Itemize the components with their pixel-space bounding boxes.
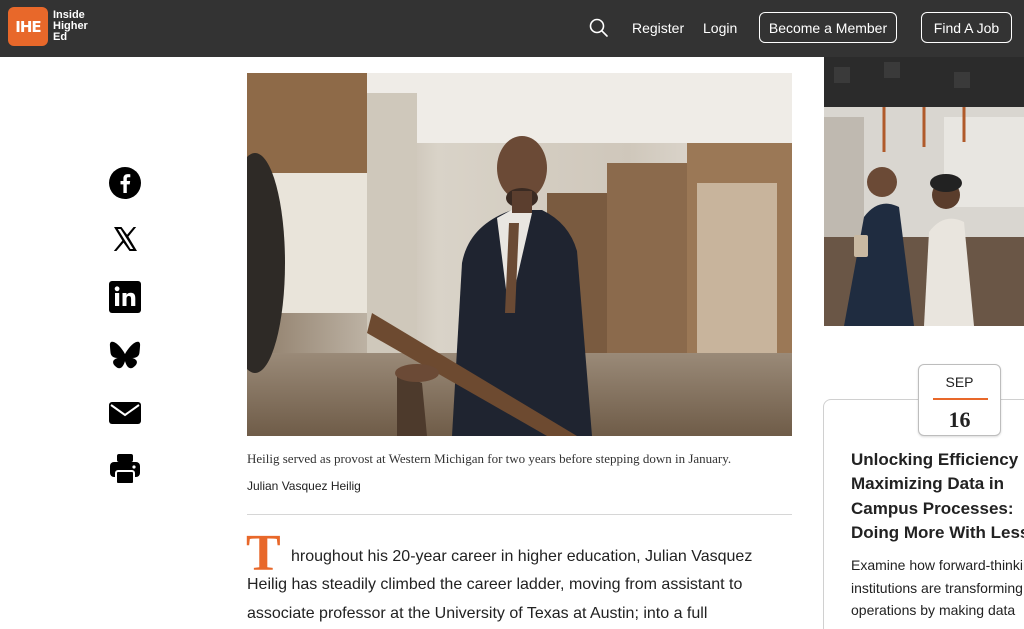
photo-credit: Julian Vasquez Heilig [247,479,361,493]
article-line-2: Heilig has steadily climbed the career l… [247,576,743,593]
logo-line-3: Ed [53,31,68,43]
register-link[interactable]: Register [632,19,684,37]
article-line-3: associate professor at the University of… [247,605,708,622]
article-photo [247,73,792,436]
bluesky-icon[interactable] [108,338,142,372]
event-title-line-4[interactable]: Doing More With Less [851,521,1024,545]
event-title-line-1[interactable]: Unlocking Efficiency [851,448,1018,472]
article-divider [247,514,792,515]
event-desc-line-2: institutions are transforming [851,580,1023,596]
article-line-1: hroughout his 20-year career in higher e… [291,548,753,565]
search-icon[interactable] [588,17,610,39]
site-header: IHE Inside Higher Ed Register Login Beco… [0,0,1024,57]
print-icon[interactable] [108,452,142,486]
site-logo-text[interactable]: Inside Higher Ed [53,10,88,43]
email-icon[interactable] [108,396,142,430]
event-date-rule [933,398,988,400]
event-title-line-3[interactable]: Campus Processes: [851,497,1014,521]
linkedin-icon[interactable] [108,280,142,314]
drop-cap: T [246,525,281,582]
event-desc-line-3: operations by making data [851,602,1016,618]
sidebar-ad-image[interactable] [824,57,1024,326]
event-month: SEP [945,374,974,390]
become-member-button[interactable]: Become a Member [759,12,897,43]
x-icon[interactable] [108,222,142,256]
login-link[interactable]: Login [703,19,737,37]
site-logo[interactable]: IHE [8,7,48,46]
event-title-line-2[interactable]: Maximizing Data in [851,472,1004,496]
event-date-badge: SEP 16 [918,364,1001,436]
facebook-icon[interactable] [108,166,142,200]
event-day: 16 [948,407,971,432]
find-job-button[interactable]: Find A Job [921,12,1012,43]
event-desc-line-1: Examine how forward-thinking [851,557,1024,573]
photo-caption: Heilig served as provost at Western Mich… [247,451,732,466]
